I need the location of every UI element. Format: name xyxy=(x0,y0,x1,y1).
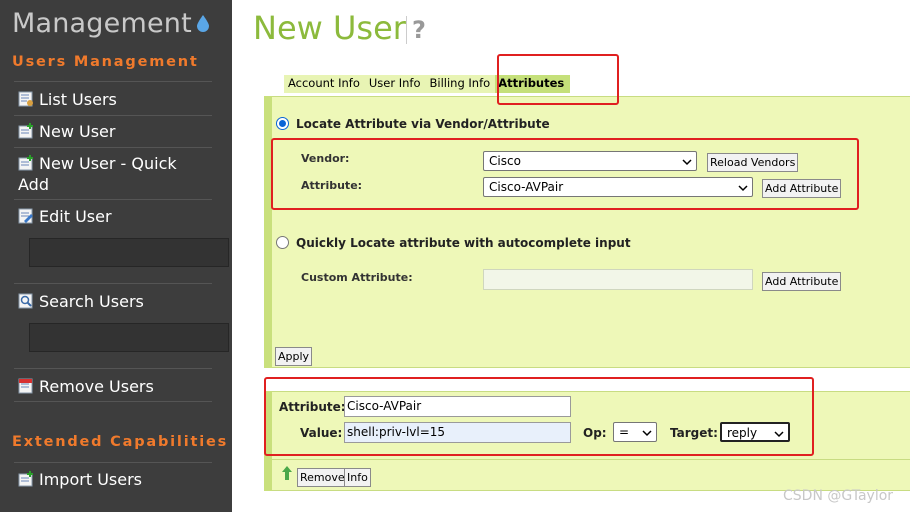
sidebar: Management Users Management List Users N… xyxy=(0,0,232,512)
sidebar-divider xyxy=(14,147,212,148)
info-button[interactable]: Info xyxy=(344,468,371,487)
row-target-select[interactable]: reply xyxy=(720,422,790,442)
help-icon[interactable]: ? xyxy=(412,16,426,44)
new-user-icon xyxy=(18,155,34,171)
section-heading-extended-capabilities: Extended Capabilities xyxy=(12,434,229,450)
sidebar-item-import-users[interactable]: Import Users xyxy=(18,469,218,490)
tab-bar: Account Info User Info Billing Info Attr… xyxy=(284,75,571,93)
radio-quick-locate-label: Quickly Locate attribute with autocomple… xyxy=(296,236,631,250)
sidebar-item-new-user[interactable]: New User xyxy=(18,121,218,142)
sidebar-item-label: Remove Users xyxy=(39,377,154,396)
title-separator xyxy=(406,16,407,44)
page-title: New User xyxy=(253,9,406,47)
sidebar-item-label: New User - Quick xyxy=(39,154,177,173)
sidebar-item-label: Import Users xyxy=(39,470,142,489)
import-users-icon xyxy=(18,471,34,487)
vendor-label: Vendor: xyxy=(301,152,350,165)
sidebar-divider xyxy=(14,115,212,116)
vendor-select[interactable]: Cisco xyxy=(483,151,697,171)
search-users-icon xyxy=(18,293,34,309)
row-value-input[interactable]: shell:priv-lvl=15 xyxy=(344,422,571,443)
chevron-down-icon xyxy=(682,156,692,166)
remove-button[interactable]: Remove xyxy=(297,468,348,487)
app-title: Management xyxy=(12,8,192,39)
new-user-icon xyxy=(18,123,34,139)
search-users-input[interactable] xyxy=(29,323,229,352)
sidebar-item-edit-user[interactable]: Edit User xyxy=(18,206,218,227)
apply-button[interactable]: Apply xyxy=(275,347,313,366)
sidebar-divider xyxy=(14,81,212,82)
watermark: CSDN @GTaylor xyxy=(783,488,894,504)
panel-divider xyxy=(272,459,910,460)
sidebar-item-new-user-quick-add[interactable]: New User - Quick xyxy=(18,153,218,174)
radio-quick-locate[interactable] xyxy=(276,236,289,249)
arrow-up-icon xyxy=(281,465,293,485)
row-attribute-input[interactable]: Cisco-AVPair xyxy=(344,396,571,417)
radio-locate-vendor[interactable] xyxy=(276,117,289,130)
tab-user-info[interactable]: User Info xyxy=(365,75,426,93)
row-attribute-label: Attribute: xyxy=(279,400,346,414)
sidebar-item-remove-users[interactable]: Remove Users xyxy=(18,376,218,397)
attribute-select-value: Cisco-AVPair xyxy=(489,180,564,194)
section-heading-users-management: Users Management xyxy=(12,54,199,70)
panel-accent xyxy=(264,96,272,368)
custom-attribute-label: Custom Attribute: xyxy=(301,271,413,284)
drop-icon xyxy=(196,14,210,36)
vendor-select-value: Cisco xyxy=(489,154,521,168)
sidebar-divider xyxy=(14,283,212,284)
sidebar-item-list-users[interactable]: List Users xyxy=(18,89,218,110)
tab-billing-info[interactable]: Billing Info xyxy=(426,75,496,93)
row-target-label: Target: xyxy=(670,426,718,440)
radio-locate-vendor-label: Locate Attribute via Vendor/Attribute xyxy=(296,117,550,131)
row-op-label: Op: xyxy=(583,426,607,440)
sidebar-item-search-users[interactable]: Search Users xyxy=(18,291,218,312)
sidebar-divider xyxy=(14,368,212,369)
chevron-down-icon xyxy=(774,428,784,438)
sidebar-divider xyxy=(14,462,212,463)
row-op-select[interactable]: = xyxy=(613,422,657,442)
reload-vendors-button[interactable]: Reload Vendors xyxy=(707,153,799,172)
sidebar-item-label-line2: Add xyxy=(18,175,49,194)
edit-user-input[interactable] xyxy=(29,238,229,267)
panel-accent xyxy=(264,391,272,491)
custom-attribute-input[interactable] xyxy=(483,269,753,290)
remove-users-icon xyxy=(18,378,34,394)
sidebar-item-label: List Users xyxy=(39,90,117,109)
attribute-label: Attribute: xyxy=(301,179,363,192)
edit-user-icon xyxy=(18,208,34,224)
tab-account-info[interactable]: Account Info xyxy=(284,75,365,93)
row-op-value: = xyxy=(619,425,630,439)
locate-attribute-panel xyxy=(264,96,910,368)
add-attribute-button[interactable]: Add Attribute xyxy=(762,179,842,198)
list-users-icon xyxy=(18,91,34,107)
sidebar-item-label: Search Users xyxy=(39,292,144,311)
sidebar-divider xyxy=(14,401,212,402)
sidebar-item-label: New User xyxy=(39,122,116,141)
sidebar-item-label: Edit User xyxy=(39,207,112,226)
chevron-down-icon xyxy=(738,182,748,192)
add-attribute-button-2[interactable]: Add Attribute xyxy=(762,272,842,291)
tab-attributes[interactable]: Attributes xyxy=(495,75,571,93)
row-target-value: reply xyxy=(727,426,758,440)
attribute-select[interactable]: Cisco-AVPair xyxy=(483,177,753,197)
sidebar-divider xyxy=(14,199,212,200)
row-value-label: Value: xyxy=(300,426,343,440)
chevron-down-icon xyxy=(642,427,652,437)
